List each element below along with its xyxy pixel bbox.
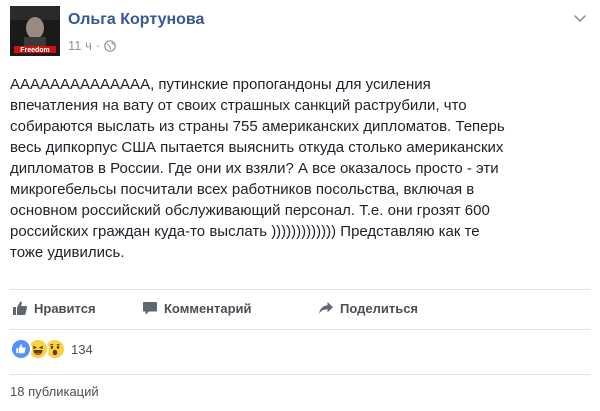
avatar[interactable]: Freedom: [10, 6, 60, 56]
action-bar: Нравится Комментарий Поделиться: [10, 292, 590, 326]
meta-separator: ·: [95, 38, 101, 53]
share-icon: [319, 302, 333, 314]
comment-button[interactable]: Комментарий: [142, 300, 252, 316]
avatar-image: Freedom: [10, 6, 60, 56]
post-text-line: тоже удивились.: [10, 244, 125, 261]
share-button[interactable]: Поделиться: [318, 300, 418, 316]
divider: [10, 289, 590, 290]
post-body: АААААААААААААА, путинские пропогандоны д…: [10, 74, 590, 263]
divider: [10, 329, 590, 330]
comment-icon: [143, 302, 157, 315]
author-name[interactable]: Ольга Кортунова: [68, 11, 204, 29]
like-label: Нравится: [34, 300, 96, 316]
reactions-count: 134: [71, 341, 93, 357]
thumbs-up-icon: [13, 301, 27, 315]
post-text-line: микрогебельсы посчитали всех работников …: [10, 181, 475, 198]
globe-icon[interactable]: [104, 39, 117, 52]
shares-count-link[interactable]: 18 публикаций: [10, 384, 99, 399]
like-button[interactable]: Нравится: [12, 300, 96, 316]
share-label: Поделиться: [340, 300, 419, 316]
post-text-line: весь дипкорпус США пытается выяснить отк…: [10, 139, 504, 156]
comment-label: Комментарий: [164, 300, 252, 316]
post-text-line: АААААААААААААА, путинские пропогандоны д…: [10, 76, 431, 93]
divider: [10, 374, 590, 375]
chevron-down-icon[interactable]: [572, 10, 588, 26]
like-reaction-icon: [10, 338, 32, 360]
post-text-line: впечатления на вату от своих страшных са…: [10, 97, 467, 114]
post-text-line: собираются выслать из страны 755 америка…: [10, 118, 505, 135]
avatar-caption: Freedom: [20, 47, 50, 54]
post-header: Freedom Ольга Кортунова 11 ч ·: [10, 6, 590, 58]
post-meta: 11 ч ·: [68, 38, 117, 53]
post-text-line: основном российский обслуживающий персон…: [10, 202, 490, 219]
reactions-summary[interactable]: 134: [10, 338, 93, 360]
post-text-line: дипломатов в России. Где они их взяли? А…: [10, 160, 499, 177]
post-time[interactable]: 11 ч: [68, 38, 92, 53]
post-text-line: российских граждан куда-то выслать )))))…: [10, 223, 480, 240]
